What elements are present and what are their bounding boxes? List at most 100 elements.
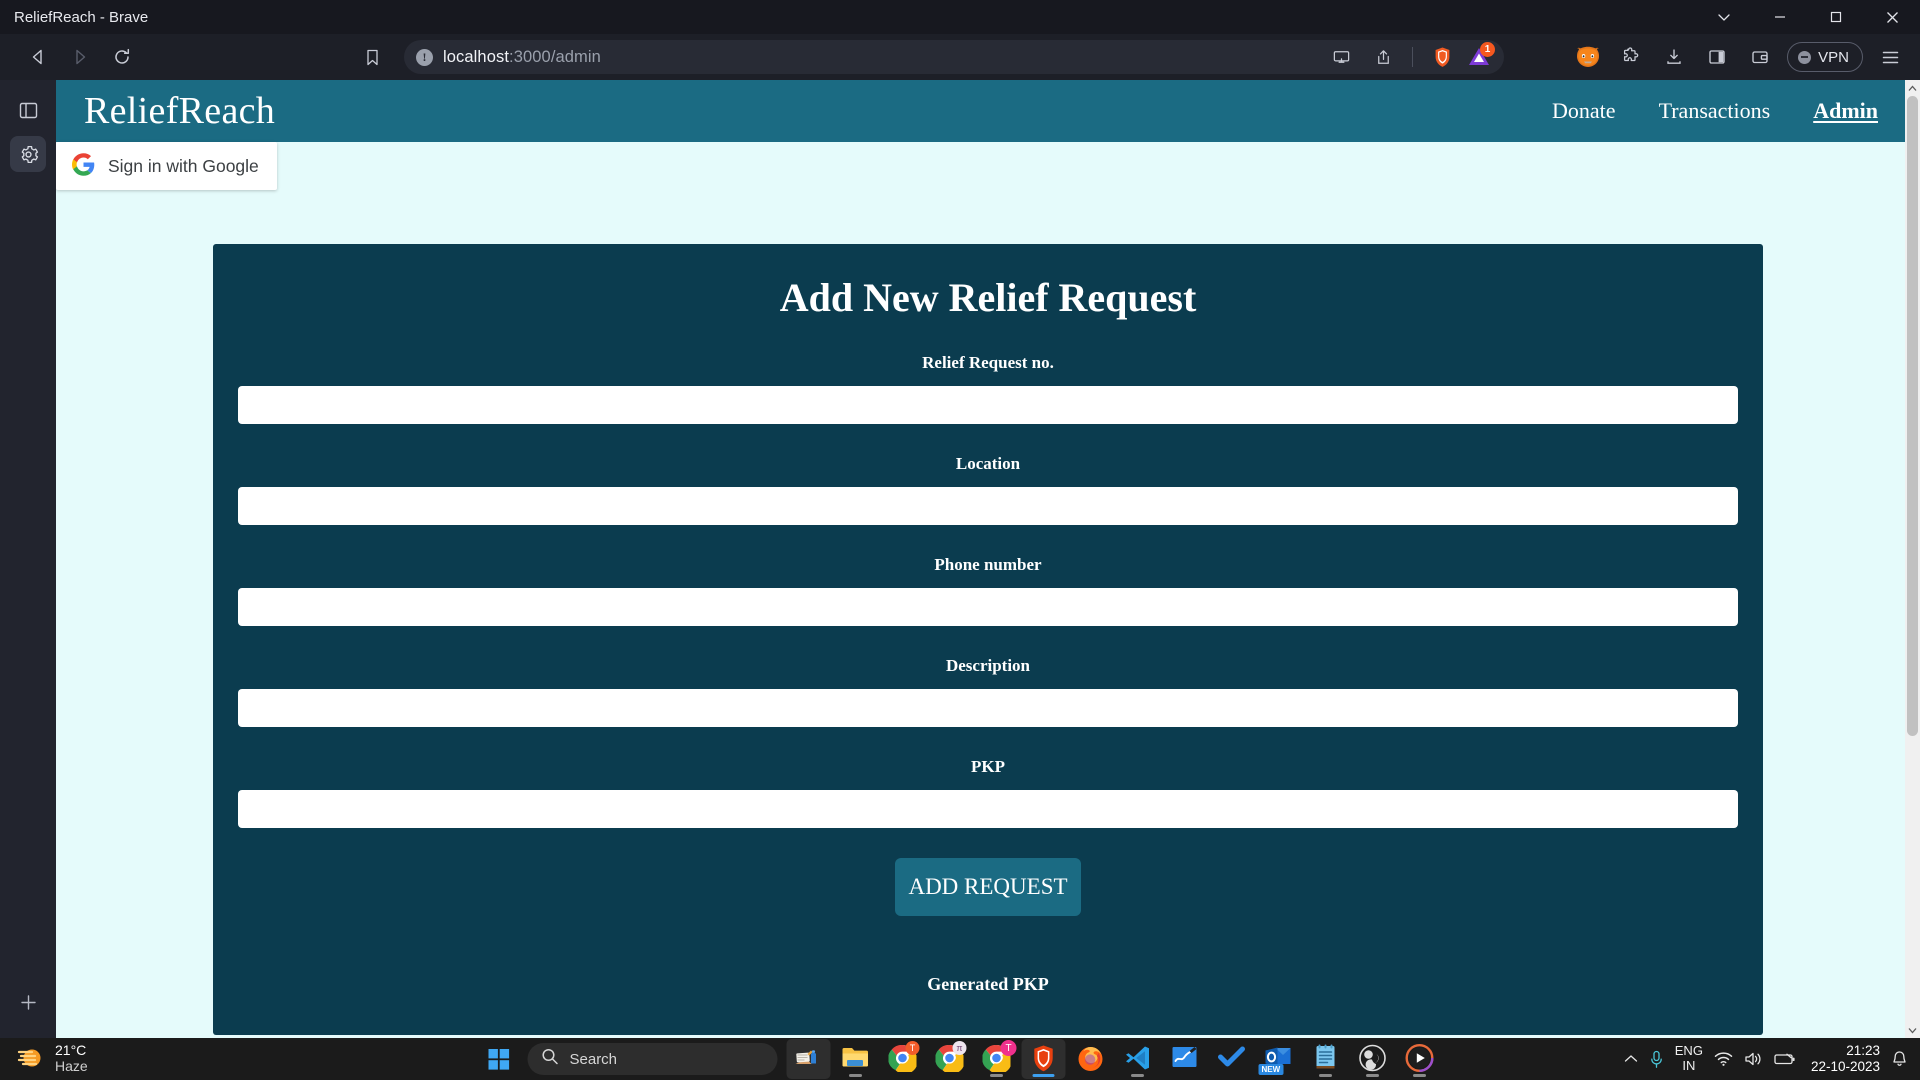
taskbar-app-chrome-3[interactable]: T (975, 1039, 1019, 1079)
form-title: Add New Relief Request (779, 275, 1197, 320)
clock-time: 21:23 (1846, 1042, 1880, 1058)
sidebar-item-brave-settings[interactable] (10, 136, 46, 172)
windows-taskbar: 21°C Haze Search T π T NEW ENG IN 21:23 … (0, 1038, 1920, 1080)
taskbar-weather-widget[interactable]: 21°C Haze (0, 1043, 230, 1076)
submit-row: ADD REQUEST (213, 858, 1763, 916)
battery-icon[interactable] (1774, 1052, 1796, 1066)
media-player-icon (1405, 1043, 1434, 1077)
app-running-indicator (990, 1074, 1003, 1077)
microphone-icon[interactable] (1649, 1050, 1664, 1069)
google-signin-area: Sign in with Google (56, 142, 1920, 190)
wallet-icon[interactable] (1740, 40, 1780, 74)
browser-window: ReliefReach - Brave ! localhost:3000/adm… (0, 0, 1920, 1038)
taskbar-clock[interactable]: 21:23 22-10-2023 (1811, 1043, 1880, 1075)
input-phone-number[interactable] (238, 588, 1738, 626)
sidebar-toggle-icon[interactable] (10, 92, 46, 128)
taskbar-app-file-explorer[interactable] (834, 1039, 878, 1079)
taskbar-app-firefox[interactable] (1069, 1039, 1113, 1079)
brave-icon (1030, 1044, 1058, 1077)
app-running-indicator (1032, 1074, 1055, 1077)
tab-search-chevron-icon[interactable] (1696, 0, 1752, 34)
generated-pkp-label: Generated PKP (927, 973, 1049, 994)
label-description: Description (945, 656, 1031, 675)
browser-toolbar: ! localhost:3000/admin 1 VPN (0, 34, 1920, 80)
scrollbar-thumb[interactable] (1907, 96, 1918, 736)
scroll-up-arrow-icon[interactable] (1905, 80, 1920, 96)
site-info-icon[interactable]: ! (416, 48, 433, 66)
nav-link-admin[interactable]: Admin (1813, 98, 1878, 124)
search-icon (542, 1048, 559, 1070)
address-bar[interactable]: ! localhost:3000/admin 1 (404, 40, 1504, 74)
close-button[interactable] (1864, 0, 1920, 34)
taskbar-app-media-player[interactable] (1398, 1039, 1442, 1079)
speaker-icon[interactable] (1744, 1051, 1763, 1067)
app-running-indicator (849, 1074, 862, 1077)
content-area: ReliefReach Donate Transactions Admin Si… (0, 80, 1920, 1038)
sidebar-panel-icon[interactable] (1697, 40, 1737, 74)
taskbar-app-obs[interactable] (1351, 1039, 1395, 1079)
hamburger-menu-icon[interactable] (1870, 40, 1910, 74)
scrollbar-track[interactable] (1905, 96, 1920, 1022)
taskbar-app-chrome-2[interactable]: π (928, 1039, 972, 1079)
reload-button-icon[interactable] (102, 40, 142, 74)
downloads-icon[interactable] (1654, 40, 1694, 74)
share-icon[interactable] (1363, 40, 1403, 74)
extensions-puzzle-icon[interactable] (1611, 40, 1651, 74)
weather-text: 21°C Haze (55, 1043, 88, 1074)
input-location[interactable] (238, 487, 1738, 525)
page-scroll-container: ReliefReach Donate Transactions Admin Si… (56, 80, 1920, 1038)
taskbar-app-chrome-1[interactable]: T (881, 1039, 925, 1079)
chrome-badge: T (905, 1041, 920, 1055)
navigation-buttons (18, 40, 142, 74)
wifi-icon[interactable] (1714, 1051, 1733, 1067)
input-pkp[interactable] (238, 790, 1738, 828)
site-brand[interactable]: ReliefReach (84, 89, 275, 133)
taskbar-search[interactable]: Search (527, 1043, 778, 1075)
toolbar-right-actions: VPN (1568, 40, 1910, 74)
web-page: ReliefReach Donate Transactions Admin Si… (56, 80, 1920, 1038)
brave-shields-icon[interactable] (1422, 40, 1462, 74)
chevron-up-icon[interactable] (1624, 1054, 1638, 1064)
google-g-icon (72, 153, 95, 179)
chrome-badge: π (952, 1041, 967, 1055)
search-placeholder-text: Search (569, 1050, 618, 1068)
minimize-button[interactable] (1752, 0, 1808, 34)
taskbar-app-todoist[interactable] (1210, 1039, 1254, 1079)
language-indicator[interactable]: ENG IN (1674, 1043, 1703, 1074)
toolbar-divider (1412, 47, 1413, 67)
system-tray: ENG IN 21:23 22-10-2023 (1624, 1043, 1920, 1075)
metamask-icon[interactable] (1568, 40, 1608, 74)
maximize-button[interactable] (1808, 0, 1864, 34)
charts-icon (1171, 1044, 1199, 1075)
taskbar-app-brave[interactable] (1021, 1039, 1066, 1079)
sidebar-add-icon[interactable] (10, 984, 46, 1020)
bookmark-icon[interactable] (352, 40, 392, 74)
app-running-indicator (1366, 1074, 1379, 1077)
taskbar-app-charts[interactable] (1163, 1039, 1207, 1079)
page-scrollbar[interactable] (1905, 80, 1920, 1038)
window-title: ReliefReach - Brave (14, 8, 149, 26)
haze-weather-icon (16, 1043, 46, 1076)
weather-temperature: 21°C (55, 1042, 87, 1059)
taskbar-app-outlook[interactable]: NEW (1257, 1039, 1301, 1079)
taskbar-app-vscode[interactable] (1116, 1039, 1160, 1079)
input-relief-request-no[interactable] (238, 386, 1738, 424)
firefox-icon (1077, 1044, 1105, 1077)
language-code: ENG (1674, 1043, 1703, 1059)
chrome-badge: T (1000, 1040, 1017, 1056)
forward-button-icon[interactable] (60, 40, 100, 74)
taskbar-app-widgets[interactable] (786, 1039, 831, 1079)
taskbar-app-notepad[interactable] (1304, 1039, 1348, 1079)
add-request-button[interactable]: ADD REQUEST (895, 858, 1081, 916)
bell-icon[interactable] (1891, 1050, 1908, 1068)
scroll-down-arrow-icon[interactable] (1905, 1022, 1920, 1038)
back-button-icon[interactable] (18, 40, 58, 74)
input-description[interactable] (238, 689, 1738, 727)
start-button-icon[interactable] (479, 1039, 519, 1079)
nav-link-transactions[interactable]: Transactions (1659, 98, 1771, 124)
cast-icon[interactable] (1321, 40, 1361, 74)
vpn-button[interactable]: VPN (1787, 42, 1863, 72)
nav-link-donate[interactable]: Donate (1552, 98, 1616, 124)
google-signin-button[interactable]: Sign in with Google (56, 142, 277, 190)
brave-rewards-icon[interactable]: 1 (1464, 42, 1495, 70)
